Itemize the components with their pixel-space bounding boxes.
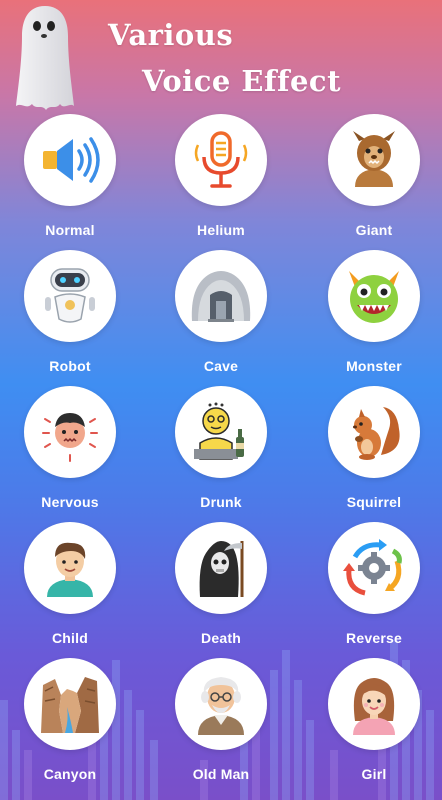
effect-robot[interactable]: Robot — [0, 250, 140, 386]
effect-normal-label: Normal — [45, 222, 95, 238]
squirrel-icon — [353, 407, 400, 460]
effect-old-man-button[interactable] — [175, 658, 267, 750]
effect-canyon-label: Canyon — [43, 766, 97, 782]
effect-old-man[interactable]: Old Man — [151, 658, 291, 794]
effect-reverse-button[interactable] — [328, 522, 420, 614]
effect-reverse-label: Reverse — [346, 630, 402, 646]
effect-giant[interactable]: Giant — [304, 114, 442, 250]
effect-monster-button[interactable] — [328, 250, 420, 342]
effect-normal[interactable]: Normal — [0, 114, 140, 250]
page-title-line1: Various — [108, 18, 234, 52]
effect-cave-label: Cave — [203, 358, 239, 374]
effect-helium-label: Helium — [197, 222, 245, 238]
effect-normal-button[interactable] — [24, 114, 116, 206]
effect-nervous-button[interactable] — [24, 386, 116, 478]
effect-nervous[interactable]: Nervous — [0, 386, 140, 522]
effect-child-label: Child — [52, 630, 88, 646]
effect-cave[interactable]: Cave — [151, 250, 291, 386]
effect-giant-label: Giant — [355, 222, 393, 238]
effect-helium-button[interactable] — [175, 114, 267, 206]
effect-child-button[interactable] — [24, 522, 116, 614]
robot-icon — [45, 268, 95, 323]
effect-reverse[interactable]: Reverse — [304, 522, 442, 658]
ghost-mascot-icon — [16, 6, 74, 110]
effect-girl-label: Girl — [361, 766, 387, 782]
child-icon — [47, 542, 93, 597]
nervous-face-icon — [42, 413, 98, 462]
effect-squirrel-label: Squirrel — [346, 494, 402, 510]
girl-icon — [353, 678, 395, 735]
effect-girl-button[interactable] — [328, 658, 420, 750]
effect-drunk-label: Drunk — [200, 494, 242, 510]
effect-old-man-label: Old Man — [192, 766, 250, 782]
microphone-icon — [194, 131, 248, 188]
effect-death-button[interactable] — [175, 522, 267, 614]
effect-drunk[interactable]: Drunk — [151, 386, 291, 522]
speaker-icon — [43, 137, 100, 183]
reverse-gear-icon — [343, 539, 402, 596]
grim-reaper-icon — [199, 541, 244, 597]
drunk-icon — [194, 402, 244, 460]
effect-canyon[interactable]: Canyon — [0, 658, 140, 794]
effect-monster[interactable]: Monster — [304, 250, 442, 386]
page-title-line2: Voice Effect — [142, 64, 341, 98]
effect-giant-button[interactable] — [328, 114, 420, 206]
effect-girl[interactable]: Girl — [304, 658, 442, 794]
effect-helium[interactable]: Helium — [151, 114, 291, 250]
effect-death-label: Death — [201, 630, 241, 646]
effect-cave-button[interactable] — [175, 250, 267, 342]
monster-icon — [349, 271, 399, 323]
effect-drunk-button[interactable] — [175, 386, 267, 478]
effect-robot-label: Robot — [49, 358, 91, 374]
giant-icon — [353, 131, 395, 187]
effect-child[interactable]: Child — [0, 522, 140, 658]
effect-nervous-label: Nervous — [41, 494, 99, 510]
effect-canyon-button[interactable] — [24, 658, 116, 750]
effect-monster-label: Monster — [346, 358, 402, 374]
old-man-icon — [198, 677, 244, 735]
cave-icon — [191, 271, 251, 322]
effect-robot-button[interactable] — [24, 250, 116, 342]
effect-squirrel[interactable]: Squirrel — [304, 386, 442, 522]
effect-death[interactable]: Death — [151, 522, 291, 658]
effect-squirrel-button[interactable] — [328, 386, 420, 478]
canyon-icon — [41, 677, 99, 733]
